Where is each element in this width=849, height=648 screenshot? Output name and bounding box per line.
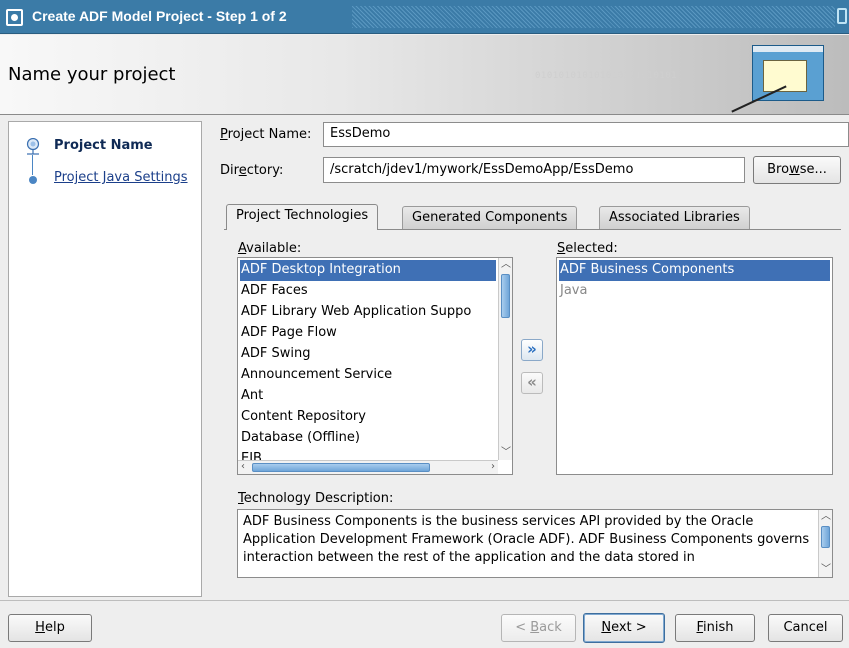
tab-associated-libraries[interactable]: Associated Libraries (599, 206, 750, 230)
list-item[interactable]: Ant (240, 386, 496, 407)
page-title: Name your project (8, 64, 176, 85)
description-body: ADF Business Components is the business … (243, 514, 810, 565)
current-step-icon (26, 138, 40, 155)
list-item[interactable]: ADF Swing (240, 344, 496, 365)
description-vertical-scrollbar[interactable]: ︿ ﹀ (818, 510, 832, 577)
wizard-header: Name your project 0101010101010101010101… (0, 35, 849, 115)
scroll-right-icon[interactable]: › (491, 462, 495, 472)
scroll-thumb[interactable] (821, 526, 830, 548)
cancel-button[interactable]: Cancel (768, 614, 843, 642)
list-item: Java (560, 283, 588, 298)
list-item[interactable]: Announcement Service (240, 365, 496, 386)
help-button[interactable]: Help (8, 614, 92, 642)
tab-project-technologies[interactable]: Project Technologies (226, 204, 379, 230)
browse-button[interactable]: Browse... (753, 156, 841, 184)
list-item[interactable]: Database (Offline) (240, 428, 496, 449)
selected-list[interactable]: ADF Business Components Java (556, 257, 833, 475)
project-folder-icon (731, 45, 824, 113)
scroll-up-icon[interactable]: ︿ (501, 260, 511, 270)
available-horizontal-scrollbar[interactable]: ‹ › (238, 460, 498, 474)
scroll-thumb[interactable] (501, 274, 510, 318)
directory-label: Directory: (220, 163, 284, 178)
available-label: Available: (238, 241, 302, 256)
directory-field[interactable]: /scratch/jdev1/mywork/EssDemoApp/EssDemo (323, 157, 745, 183)
technology-description-text: ADF Business Components is the business … (237, 509, 833, 578)
header-binary-decoration: 010101010101010101010101 (535, 71, 678, 81)
scroll-left-icon[interactable]: ‹ (241, 462, 245, 472)
available-list[interactable]: ADF Desktop Integration ADF Faces ADF Li… (237, 257, 513, 475)
back-button[interactable]: < Back (501, 614, 576, 642)
step-dot-icon (29, 176, 37, 184)
title-bar: Create ADF Model Project - Step 1 of 2 (0, 0, 849, 34)
window-control-icon[interactable] (837, 8, 847, 24)
list-item[interactable]: ADF Faces (240, 281, 496, 302)
scroll-up-icon[interactable]: ︿ (821, 512, 831, 522)
list-item[interactable]: Content Repository (240, 407, 496, 428)
step-label: Project Name (54, 138, 153, 153)
window-menu-icon[interactable] (6, 9, 23, 26)
available-vertical-scrollbar[interactable]: ︿ ﹀ (498, 258, 512, 460)
tab-generated-components[interactable]: Generated Components (402, 206, 578, 230)
wizard-steps-panel: Project Name Project Java Settings (8, 121, 202, 597)
footer-divider (0, 600, 849, 601)
next-button[interactable]: Next > (583, 613, 665, 643)
list-item[interactable]: ADF Library Web Application Suppo (240, 302, 496, 323)
step-link[interactable]: Project Java Settings (54, 170, 188, 185)
finish-button[interactable]: Finish (675, 614, 755, 642)
list-item[interactable]: ADF Business Components (559, 260, 830, 281)
list-item[interactable]: ADF Desktop Integration (240, 260, 496, 281)
title-bar-pattern (352, 6, 835, 28)
add-to-selected-button[interactable]: » (521, 339, 543, 361)
project-name-field[interactable]: EssDemo (323, 122, 849, 147)
selected-label: Selected: (557, 241, 618, 256)
scroll-down-icon[interactable]: ﹀ (821, 565, 831, 575)
window-title: Create ADF Model Project - Step 1 of 2 (32, 8, 287, 24)
project-name-label: Project Name: (220, 127, 312, 142)
scroll-down-icon[interactable]: ﹀ (501, 448, 511, 458)
list-item[interactable]: ADF Page Flow (240, 323, 496, 344)
remove-from-selected-button[interactable]: « (521, 372, 543, 394)
technology-description-label: Technology Description: (238, 491, 394, 506)
scroll-thumb[interactable] (252, 463, 430, 472)
